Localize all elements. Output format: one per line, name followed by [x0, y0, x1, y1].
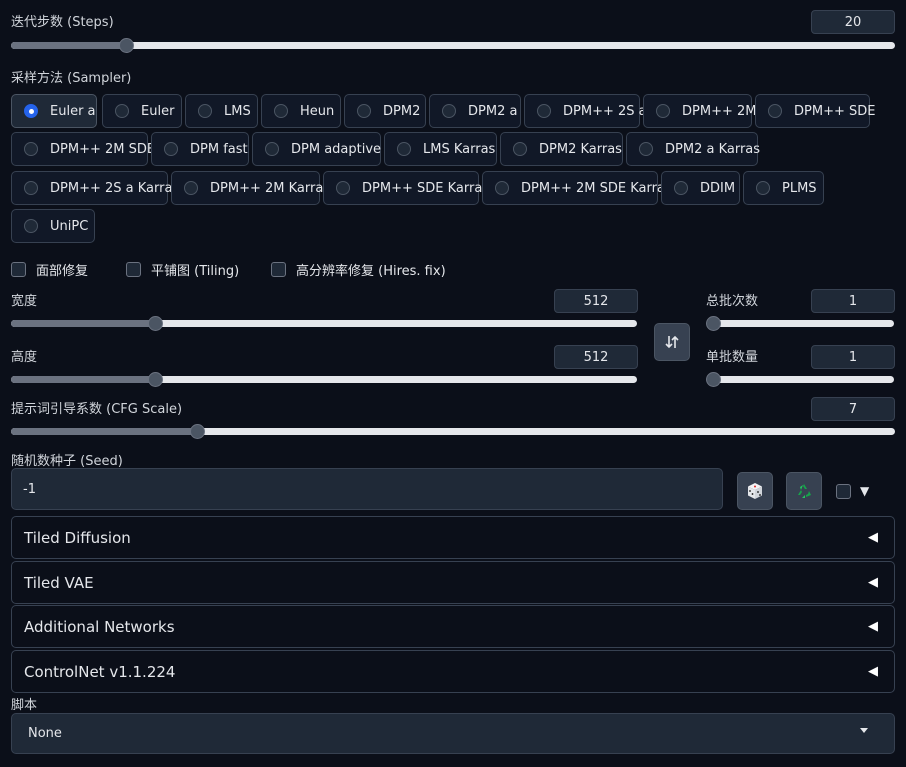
- script-dropdown-value: None: [28, 726, 62, 741]
- radio-dot: [656, 104, 670, 118]
- random-seed-button[interactable]: [737, 472, 773, 510]
- triangle-left-icon: ◀: [868, 575, 878, 590]
- sampler-option[interactable]: DPM2 Karras: [500, 132, 623, 166]
- sampler-option[interactable]: DPM++ 2M SDE: [11, 132, 155, 166]
- radio-dot: [184, 181, 198, 195]
- sampler-option[interactable]: DPM2 a: [429, 94, 521, 128]
- hires-fix-checkbox[interactable]: 高分辨率修复 (Hires. fix): [271, 260, 446, 279]
- reuse-seed-button[interactable]: [786, 472, 822, 510]
- radio-dot: [164, 142, 178, 156]
- steps-slider[interactable]: [11, 38, 895, 53]
- sampler-option[interactable]: LMS Karras: [384, 132, 497, 166]
- sampler-option[interactable]: DPM fast: [151, 132, 249, 166]
- sampler-option[interactable]: DPM2: [344, 94, 426, 128]
- steps-label: 迭代步数 (Steps): [11, 15, 114, 30]
- sampler-option[interactable]: DPM++ 2S a Karras: [11, 171, 179, 205]
- controlnet-accordion[interactable]: ControlNet v1.1.224 ◀: [11, 650, 895, 693]
- batch-size-slider-thumb[interactable]: [706, 372, 721, 387]
- radio-dot: [495, 181, 509, 195]
- sampler-option[interactable]: DPM++ 2S a: [524, 94, 647, 128]
- tiled-diffusion-accordion[interactable]: Tiled Diffusion ◀: [11, 516, 895, 559]
- batch-count-slider-thumb[interactable]: [706, 316, 721, 331]
- radio-dot: [274, 104, 288, 118]
- width-slider-thumb[interactable]: [147, 316, 163, 331]
- sampler-option[interactable]: DDIM: [661, 171, 740, 205]
- width-slider[interactable]: [11, 316, 637, 331]
- cfg-slider[interactable]: [11, 424, 895, 439]
- radio-dot: [336, 181, 350, 195]
- radio-dot: [513, 142, 527, 156]
- sampler-label: 采样方法 (Sampler): [11, 71, 132, 86]
- radio-dot: [24, 104, 38, 118]
- radio-dot: [397, 142, 411, 156]
- steps-input[interactable]: 20: [811, 10, 895, 34]
- sampler-option[interactable]: DPM adaptive: [252, 132, 381, 166]
- sampler-option[interactable]: DPM++ SDE: [755, 94, 875, 128]
- sampler-option[interactable]: DPM++ 2M Karras: [171, 171, 330, 205]
- height-slider[interactable]: [11, 372, 637, 387]
- sampler-option[interactable]: DPM2 a Karras: [626, 132, 760, 166]
- sampler-option[interactable]: Heun: [261, 94, 341, 128]
- batch-count-input[interactable]: 1: [811, 289, 895, 313]
- cfg-input[interactable]: 7: [811, 397, 895, 421]
- height-label: 高度: [11, 350, 38, 365]
- batch-size-slider[interactable]: [706, 372, 894, 387]
- height-slider-thumb[interactable]: [147, 372, 163, 387]
- swap-icon: [665, 335, 679, 349]
- batch-count-slider[interactable]: [706, 316, 894, 331]
- batch-size-input[interactable]: 1: [811, 345, 895, 369]
- radio-dot: [674, 181, 688, 195]
- sampler-option[interactable]: DPM++ SDE Karras: [323, 171, 489, 205]
- sampler-option[interactable]: Euler a: [11, 94, 97, 128]
- radio-dot: [265, 142, 279, 156]
- batch-size-label: 单批数量: [706, 350, 759, 365]
- batch-count-label: 总批次数: [706, 294, 759, 309]
- radio-dot: [537, 104, 551, 118]
- seed-label: 随机数种子 (Seed): [11, 454, 123, 469]
- dice-icon: [748, 483, 762, 499]
- tiled-vae-accordion[interactable]: Tiled VAE ◀: [11, 561, 895, 604]
- tiling-checkbox[interactable]: 平铺图 (Tiling): [126, 260, 239, 279]
- width-label: 宽度: [11, 294, 38, 309]
- radio-dot: [24, 181, 38, 195]
- sampler-option[interactable]: DPM++ 2M: [643, 94, 756, 128]
- chevron-down-icon: [860, 728, 868, 733]
- script-label: 脚本: [11, 698, 38, 713]
- chevron-down-icon[interactable]: ▼: [860, 484, 869, 498]
- width-input[interactable]: 512: [554, 289, 638, 313]
- cfg-slider-thumb[interactable]: [189, 424, 205, 439]
- sampler-option[interactable]: Euler: [102, 94, 182, 128]
- triangle-left-icon: ◀: [868, 664, 878, 679]
- height-input[interactable]: 512: [554, 345, 638, 369]
- seed-input[interactable]: -1: [11, 468, 723, 510]
- radio-dot: [24, 219, 38, 233]
- script-dropdown[interactable]: None: [11, 713, 895, 754]
- radio-dot: [756, 181, 770, 195]
- radio-dot: [198, 104, 212, 118]
- radio-dot: [24, 142, 38, 156]
- additional-networks-accordion[interactable]: Additional Networks ◀: [11, 605, 895, 648]
- face-restore-checkbox[interactable]: 面部修复: [11, 260, 88, 279]
- radio-dot: [768, 104, 782, 118]
- steps-slider-thumb[interactable]: [118, 38, 134, 53]
- radio-dot: [115, 104, 129, 118]
- sampler-option[interactable]: DPM++ 2M SDE Karras: [482, 171, 672, 205]
- radio-dot: [639, 142, 653, 156]
- sampler-option[interactable]: PLMS: [743, 171, 824, 205]
- triangle-left-icon: ◀: [868, 530, 878, 545]
- radio-dot: [357, 104, 371, 118]
- sampler-option[interactable]: UniPC: [11, 209, 95, 243]
- extra-seed-checkbox[interactable]: [836, 484, 851, 499]
- triangle-left-icon: ◀: [868, 619, 878, 634]
- radio-dot: [442, 104, 456, 118]
- sampler-option[interactable]: LMS: [185, 94, 258, 128]
- swap-dimensions-button[interactable]: [654, 323, 690, 361]
- cfg-label: 提示词引导系数 (CFG Scale): [11, 402, 183, 417]
- recycle-icon: [798, 484, 811, 498]
